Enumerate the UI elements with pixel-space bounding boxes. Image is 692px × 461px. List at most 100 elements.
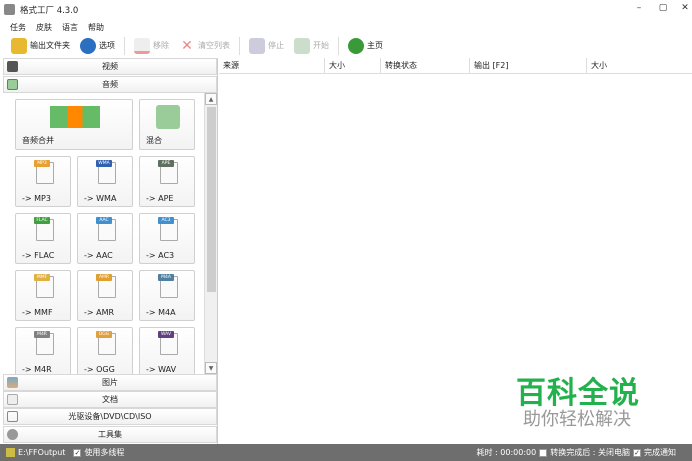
audio-format-tile-aac[interactable]: AAC -> AAC xyxy=(77,213,133,264)
format-tag: AC3 xyxy=(158,217,174,224)
audio-format-tile-m4r[interactable]: M4R -> M4R xyxy=(15,327,71,374)
category-document[interactable]: 文档 xyxy=(3,391,217,408)
format-tag: FLAC xyxy=(34,217,50,224)
format-tag: M4R xyxy=(34,331,50,338)
format-tag: WMA xyxy=(96,160,112,167)
stop-icon xyxy=(249,37,265,54)
task-table-header: 来源 大小 转换状态 输出 [F2] 大小 xyxy=(219,58,692,74)
maximize-button[interactable]: ▢ xyxy=(656,3,670,13)
audio-format-tile-ac3[interactable]: AC3 -> AC3 xyxy=(139,213,195,264)
picture-icon xyxy=(7,377,18,388)
clear-list-button[interactable]: ✕ 清空列表 xyxy=(176,36,233,56)
remove-button[interactable]: 移除 xyxy=(131,36,172,56)
menu-help[interactable]: 帮助 xyxy=(88,22,104,33)
clear-icon: ✕ xyxy=(181,37,193,54)
stop-button[interactable]: 停止 xyxy=(246,36,287,56)
status-bar: E:\FFOutput ✓ 使用多线程 耗时 : 00:00:00 转换完成后 … xyxy=(0,444,692,461)
category-audio[interactable]: 音频 xyxy=(3,76,217,93)
multithread-label: 使用多线程 xyxy=(84,448,125,457)
menu-skin[interactable]: 皮肤 xyxy=(36,22,52,33)
tile-label: -> APE xyxy=(146,194,174,203)
folder-icon xyxy=(6,448,15,457)
audio-icon xyxy=(7,79,18,90)
scroll-thumb[interactable] xyxy=(207,107,216,292)
category-optical[interactable]: 光驱设备\DVD\CD\ISO xyxy=(3,408,217,425)
output-path[interactable]: E:\FFOutput xyxy=(18,448,65,457)
minimize-button[interactable]: – xyxy=(632,3,646,13)
elapsed-time: 耗时 : 00:00:00 xyxy=(476,448,537,457)
divider xyxy=(239,36,240,55)
start-icon xyxy=(294,37,310,54)
tile-label: -> M4A xyxy=(146,308,176,317)
divider xyxy=(124,36,125,55)
format-tag: MMF xyxy=(34,274,50,281)
audio-format-tile-ape[interactable]: APE -> APE xyxy=(139,156,195,207)
format-tag: WAV xyxy=(158,331,174,338)
category-picture[interactable]: 图片 xyxy=(3,374,217,391)
audio-format-tile-amr[interactable]: AMR -> AMR xyxy=(77,270,133,321)
tile-label: -> AMR xyxy=(84,308,115,317)
video-icon xyxy=(7,61,18,72)
left-panel-scrollbar[interactable]: ▲ ▼ xyxy=(204,93,217,374)
tile-label: -> AC3 xyxy=(146,251,175,260)
shutdown-label: 转换完成后 : 关闭电脑 xyxy=(550,448,630,457)
audio-format-tile-mp3[interactable]: MP3 -> MP3 xyxy=(15,156,71,207)
audio-format-tile-flac[interactable]: FLAC -> FLAC xyxy=(15,213,71,264)
tile-label: -> WAV xyxy=(146,365,177,374)
format-tag: MP3 xyxy=(34,160,50,167)
document-icon xyxy=(7,394,18,405)
divider xyxy=(338,36,339,55)
folder-icon xyxy=(11,37,27,54)
options-icon xyxy=(80,37,96,54)
scroll-up-arrow[interactable]: ▲ xyxy=(205,93,217,105)
category-video[interactable]: 视频 xyxy=(3,58,217,75)
home-button[interactable]: 主页 xyxy=(345,36,386,56)
menu-task[interactable]: 任务 xyxy=(10,22,26,33)
options-button[interactable]: 选项 xyxy=(77,36,118,56)
audio-format-tile-m4a[interactable]: M4A -> M4A xyxy=(139,270,195,321)
multithread-checkbox[interactable]: ✓ xyxy=(73,448,82,457)
audio-format-tile-mmf[interactable]: MMF -> MMF xyxy=(15,270,71,321)
tools-icon xyxy=(7,429,18,440)
globe-icon xyxy=(348,37,364,54)
notify-checkbox[interactable]: ✓ xyxy=(633,448,641,457)
toolbar: 输出文件夹 选项 移除 ✕ 清空列表 停止 开始 主页 xyxy=(0,34,692,57)
tile-label: -> M4R xyxy=(22,365,52,374)
close-button[interactable]: ✕ xyxy=(678,3,692,13)
audio-tile-grid: 音频合并 混合 MP3 -> MP3 WMA -> WMA APE -> APE FLAC -… xyxy=(3,93,204,374)
mix-icon xyxy=(156,105,180,129)
column-size[interactable]: 大小 xyxy=(325,58,381,73)
audio-format-tile-wav[interactable]: WAV -> WAV xyxy=(139,327,195,374)
audio-mix-tile[interactable]: 混合 xyxy=(139,99,195,150)
merge-icon xyxy=(50,106,100,128)
window-title: 格式工厂 4.3.0 xyxy=(20,6,79,16)
scroll-down-arrow[interactable]: ▼ xyxy=(205,362,217,374)
format-tag: M4A xyxy=(158,274,174,281)
audio-format-tile-wma[interactable]: WMA -> WMA xyxy=(77,156,133,207)
column-source[interactable]: 来源 xyxy=(219,58,325,73)
tile-label: -> FLAC xyxy=(22,251,55,260)
audio-merge-tile[interactable]: 音频合并 xyxy=(15,99,133,150)
format-tag: APE xyxy=(158,160,174,167)
tile-label: -> MMF xyxy=(22,308,53,317)
watermark-subtitle: 助你轻松解决 xyxy=(523,409,631,430)
format-tag: AAC xyxy=(96,217,112,224)
title-bar: 格式工厂 4.3.0 – ▢ ✕ xyxy=(0,0,692,20)
format-tag: AMR xyxy=(96,274,112,281)
tile-label: -> WMA xyxy=(84,194,117,203)
disc-drive-icon xyxy=(7,411,18,422)
menu-bar: 任务 皮肤 语言 帮助 xyxy=(0,20,104,34)
column-output[interactable]: 输出 [F2] xyxy=(470,58,587,73)
column-output-size[interactable]: 大小 xyxy=(587,58,692,73)
tile-label: -> OGG xyxy=(84,365,115,374)
start-button[interactable]: 开始 xyxy=(291,36,332,56)
audio-format-tile-ogg[interactable]: OGG -> OGG xyxy=(77,327,133,374)
format-tag: OGG xyxy=(96,331,112,338)
shutdown-checkbox[interactable] xyxy=(539,448,548,457)
category-tools[interactable]: 工具集 xyxy=(3,426,217,443)
remove-icon xyxy=(134,37,150,54)
tile-label: -> MP3 xyxy=(22,194,51,203)
menu-language[interactable]: 语言 xyxy=(62,22,78,33)
column-status[interactable]: 转换状态 xyxy=(381,58,470,73)
output-folder-button[interactable]: 输出文件夹 xyxy=(8,36,73,56)
